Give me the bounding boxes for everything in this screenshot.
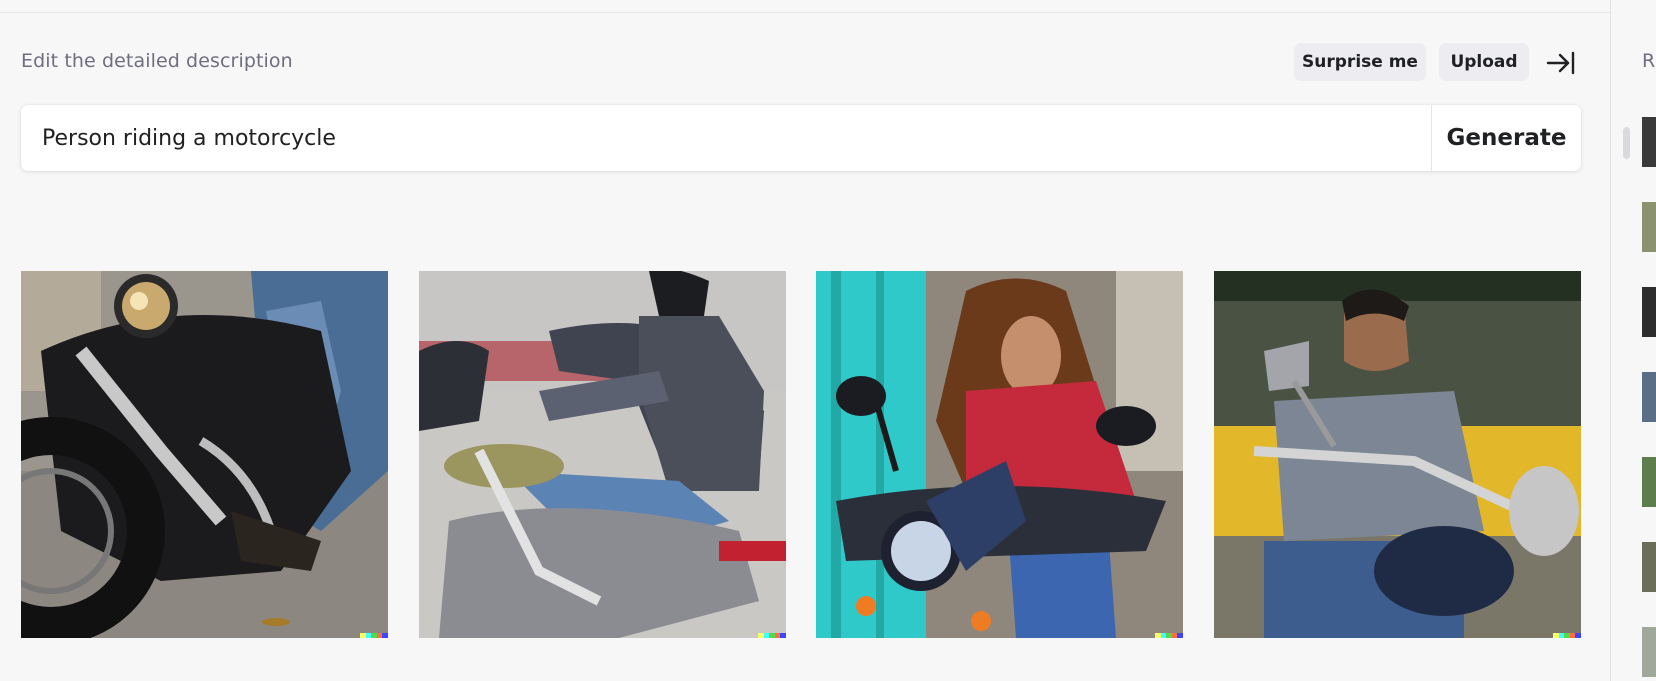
sig-5 (780, 633, 786, 638)
sidebar-heading: R (1642, 50, 1656, 72)
woman-on-motorcycle-image (816, 271, 1183, 638)
sig-5 (1575, 633, 1581, 638)
history-thumbnail[interactable] (1642, 627, 1656, 677)
rider-in-leather-jacket-image (419, 271, 786, 638)
history-thumbnail[interactable] (1642, 287, 1656, 337)
sig-5 (382, 633, 388, 638)
history-sidebar: R (1610, 0, 1656, 681)
sidebar-scrollbar[interactable] (1623, 127, 1630, 159)
result-image-2[interactable] (419, 271, 786, 638)
signature-mark (758, 633, 786, 638)
man-on-motorcycle-image (1214, 271, 1581, 638)
edit-description-caption: Edit the detailed description (21, 50, 293, 72)
signature-mark (1553, 633, 1581, 638)
sig-5 (1177, 633, 1183, 638)
history-thumbnail[interactable] (1642, 117, 1656, 167)
collapse-right-icon[interactable] (1546, 50, 1576, 76)
result-image-1[interactable] (21, 271, 388, 638)
prompt-input[interactable] (21, 105, 1431, 171)
history-thumbnail[interactable] (1642, 457, 1656, 507)
history-thumbnail[interactable] (1642, 542, 1656, 592)
main-panel: Edit the detailed description Surprise m… (0, 0, 1610, 681)
surprise-me-button[interactable]: Surprise me (1294, 43, 1426, 81)
motorcycle-closeup-image (21, 271, 388, 638)
signature-mark (360, 633, 388, 638)
upload-button[interactable]: Upload (1439, 43, 1529, 81)
history-thumbnail[interactable] (1642, 202, 1656, 252)
generate-button[interactable]: Generate (1432, 105, 1581, 171)
result-image-3[interactable] (816, 271, 1183, 638)
prompt-box: Generate (21, 105, 1581, 171)
history-thumbnail[interactable] (1642, 372, 1656, 422)
signature-mark (1155, 633, 1183, 638)
result-image-4[interactable] (1214, 271, 1581, 638)
